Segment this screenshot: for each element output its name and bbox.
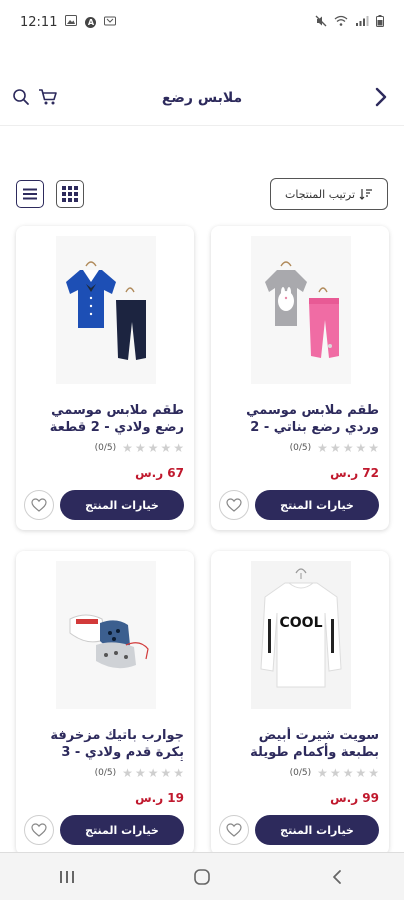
star-icon: ★ — [368, 766, 379, 780]
heart-icon — [31, 823, 47, 837]
product-card[interactable]: COOL سويت شيرت أبيض بطبعة وأكمام طويلة ر… — [211, 551, 389, 855]
wifi-icon — [334, 15, 348, 29]
star-icon: ★ — [355, 766, 367, 780]
grid-view-button[interactable] — [56, 180, 84, 208]
heart-icon — [226, 823, 242, 837]
page-title: ملابس رضع — [161, 90, 243, 106]
product-image[interactable]: COOL — [251, 561, 351, 709]
product-rating: ★ ★ ★ ★ ★ (0/5) — [290, 767, 379, 779]
product-price: 67 ر.س — [135, 466, 184, 480]
star-icon: ★ — [368, 441, 379, 455]
app-notification-icon: A — [85, 16, 97, 28]
product-image[interactable] — [56, 236, 156, 384]
system-back-button[interactable] — [317, 862, 357, 892]
star-icon: ★ — [342, 766, 354, 780]
sort-label: ترتيب المنتجات — [284, 187, 356, 201]
shirt-print-text: COOL — [280, 615, 323, 631]
product-card[interactable]: جوارب باتيك مزخرفة بكرة قدم ولادي - 3 أز… — [16, 551, 194, 855]
star-icon: ★ — [342, 441, 354, 455]
signal-icon — [355, 15, 369, 29]
list-icon — [23, 188, 37, 200]
link-notification-icon — [104, 15, 117, 30]
battery-icon — [376, 14, 384, 30]
product-options-button[interactable]: خيارات المنتج — [60, 815, 184, 845]
product-card[interactable]: طقم ملابس موسمي رضع ولادي - 2 قطعة ★ ★ ★ ★ ★… — [16, 226, 194, 530]
product-options-button[interactable]: خيارات المنتج — [255, 490, 379, 520]
rating-text: (0/5) — [94, 768, 117, 778]
product-name[interactable]: جوارب باتيك مزخرفة بكرة قدم ولادي - 3 أز… — [24, 727, 184, 761]
star-icon: ★ — [173, 766, 184, 780]
product-price: 99 ر.س — [330, 791, 379, 805]
product-options-button[interactable]: خيارات المنتج — [255, 815, 379, 845]
product-price: 19 ر.س — [135, 791, 184, 805]
mute-icon — [315, 15, 327, 30]
star-icon: ★ — [147, 441, 159, 455]
product-rating: ★ ★ ★ ★ ★ (0/5) — [95, 442, 184, 454]
status-bar: 12:11 A — [0, 0, 404, 44]
heart-icon — [226, 498, 242, 512]
product-price: 72 ر.س — [330, 466, 379, 480]
star-icon: ★ — [329, 766, 341, 780]
gallery-notification-icon — [65, 14, 78, 30]
product-image[interactable] — [56, 561, 156, 709]
back-arrow-icon — [332, 869, 341, 884]
star-icon: ★ — [355, 441, 367, 455]
favorite-button[interactable] — [24, 815, 54, 845]
back-button[interactable] — [374, 86, 388, 112]
product-name[interactable]: سويت شيرت أبيض بطبعة وأكمام طويلة رضع ول… — [219, 727, 379, 761]
product-rating: ★ ★ ★ ★ ★ (0/5) — [95, 767, 184, 779]
sort-icon — [359, 189, 373, 200]
star-icon: ★ — [317, 441, 328, 455]
list-view-button[interactable] — [16, 180, 44, 208]
star-icon: ★ — [134, 766, 146, 780]
product-image[interactable] — [251, 236, 351, 384]
product-toolbar: ترتيب المنتجات — [16, 178, 388, 212]
star-icon: ★ — [317, 766, 328, 780]
chevron-right-icon — [375, 87, 387, 107]
product-name[interactable]: طقم ملابس موسمي وردي رضع بناتي - 2 قط... — [219, 402, 379, 436]
star-icon: ★ — [173, 441, 184, 455]
star-icon: ★ — [329, 441, 341, 455]
favorite-button[interactable] — [24, 490, 54, 520]
grid-icon — [62, 186, 78, 202]
star-icon: ★ — [122, 441, 133, 455]
favorite-button[interactable] — [219, 490, 249, 520]
favorite-button[interactable] — [219, 815, 249, 845]
home-button[interactable] — [182, 862, 222, 892]
star-icon: ★ — [160, 766, 172, 780]
recent-apps-button[interactable] — [47, 862, 87, 892]
product-name[interactable]: طقم ملابس موسمي رضع ولادي - 2 قطعة — [24, 402, 184, 436]
recent-apps-icon — [60, 870, 75, 883]
star-icon: ★ — [122, 766, 133, 780]
home-icon — [194, 868, 210, 885]
product-card[interactable]: طقم ملابس موسمي وردي رضع بناتي - 2 قط...… — [211, 226, 389, 530]
star-icon: ★ — [134, 441, 146, 455]
sort-products-button[interactable]: ترتيب المنتجات — [270, 178, 388, 210]
heart-icon — [31, 498, 47, 512]
product-options-button[interactable]: خيارات المنتج — [60, 490, 184, 520]
app-header: ملابس رضع — [0, 72, 404, 126]
product-rating: ★ ★ ★ ★ ★ (0/5) — [290, 442, 379, 454]
status-time: 12:11 — [20, 14, 58, 30]
rating-text: (0/5) — [289, 443, 312, 453]
star-icon: ★ — [147, 766, 159, 780]
star-icon: ★ — [160, 441, 172, 455]
rating-text: (0/5) — [94, 443, 117, 453]
system-nav-bar — [0, 852, 404, 900]
rating-text: (0/5) — [289, 768, 312, 778]
